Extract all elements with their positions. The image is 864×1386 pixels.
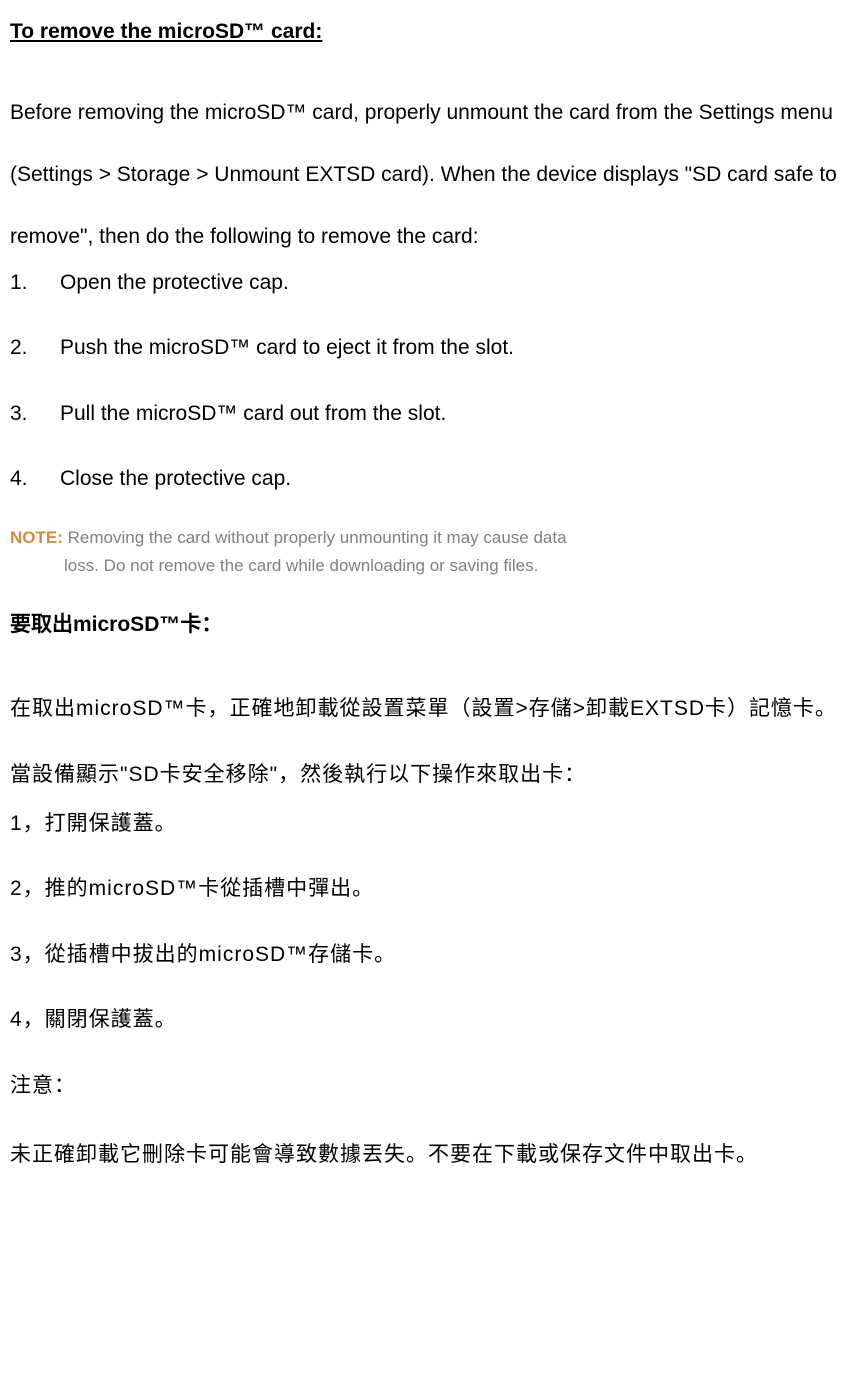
list-number: 3.	[10, 399, 60, 428]
list-item: 1，打開保護蓋。	[10, 808, 854, 840]
note-body-zh: 未正確卸載它刪除卡可能會導致數據丟失。不要在下載或保存文件中取出卡。	[10, 1139, 854, 1171]
steps-list-zh: 1，打開保護蓋。 2，推的microSD™卡從插槽中彈出。 3，從插槽中拔出的m…	[10, 808, 854, 1036]
list-number: 1.	[10, 268, 60, 297]
list-number: 2.	[10, 333, 60, 362]
note-block-en: NOTE: Removing the card without properly…	[10, 524, 854, 580]
heading-remove-card-zh: 要取出microSD™卡：	[10, 608, 854, 638]
list-item: 1. Open the protective cap.	[10, 268, 854, 297]
list-item: 2. Push the microSD™ card to eject it fr…	[10, 333, 854, 362]
list-number: 4.	[10, 464, 60, 493]
note-text-line2: loss. Do not remove the card while downl…	[10, 552, 854, 580]
list-text: Pull the microSD™ card out from the slot…	[60, 399, 446, 428]
steps-list-en: 1. Open the protective cap. 2. Push the …	[10, 268, 854, 494]
note-text: Removing the card without properly unmou…	[68, 528, 567, 547]
intro-paragraph-zh: 在取出microSD™卡，正確地卸載從設置菜單（設置>存儲>卸載EXTSD卡）記…	[10, 676, 854, 808]
list-item: 3，從插槽中拔出的microSD™存儲卡。	[10, 939, 854, 971]
intro-paragraph-en: Before removing the microSD™ card, prope…	[10, 82, 854, 268]
note-label: NOTE:	[10, 528, 68, 547]
list-text: Push the microSD™ card to eject it from …	[60, 333, 514, 362]
list-text: Open the protective cap.	[60, 268, 289, 297]
list-item: 2，推的microSD™卡從插槽中彈出。	[10, 873, 854, 905]
list-item: 4，關閉保護蓋。	[10, 1004, 854, 1036]
list-item: 4. Close the protective cap.	[10, 464, 854, 493]
list-item: 3. Pull the microSD™ card out from the s…	[10, 399, 854, 428]
list-text: Close the protective cap.	[60, 464, 291, 493]
note-label-zh: 注意：	[10, 1070, 854, 1102]
heading-remove-card-en: To remove the microSD™ card:	[10, 20, 854, 44]
